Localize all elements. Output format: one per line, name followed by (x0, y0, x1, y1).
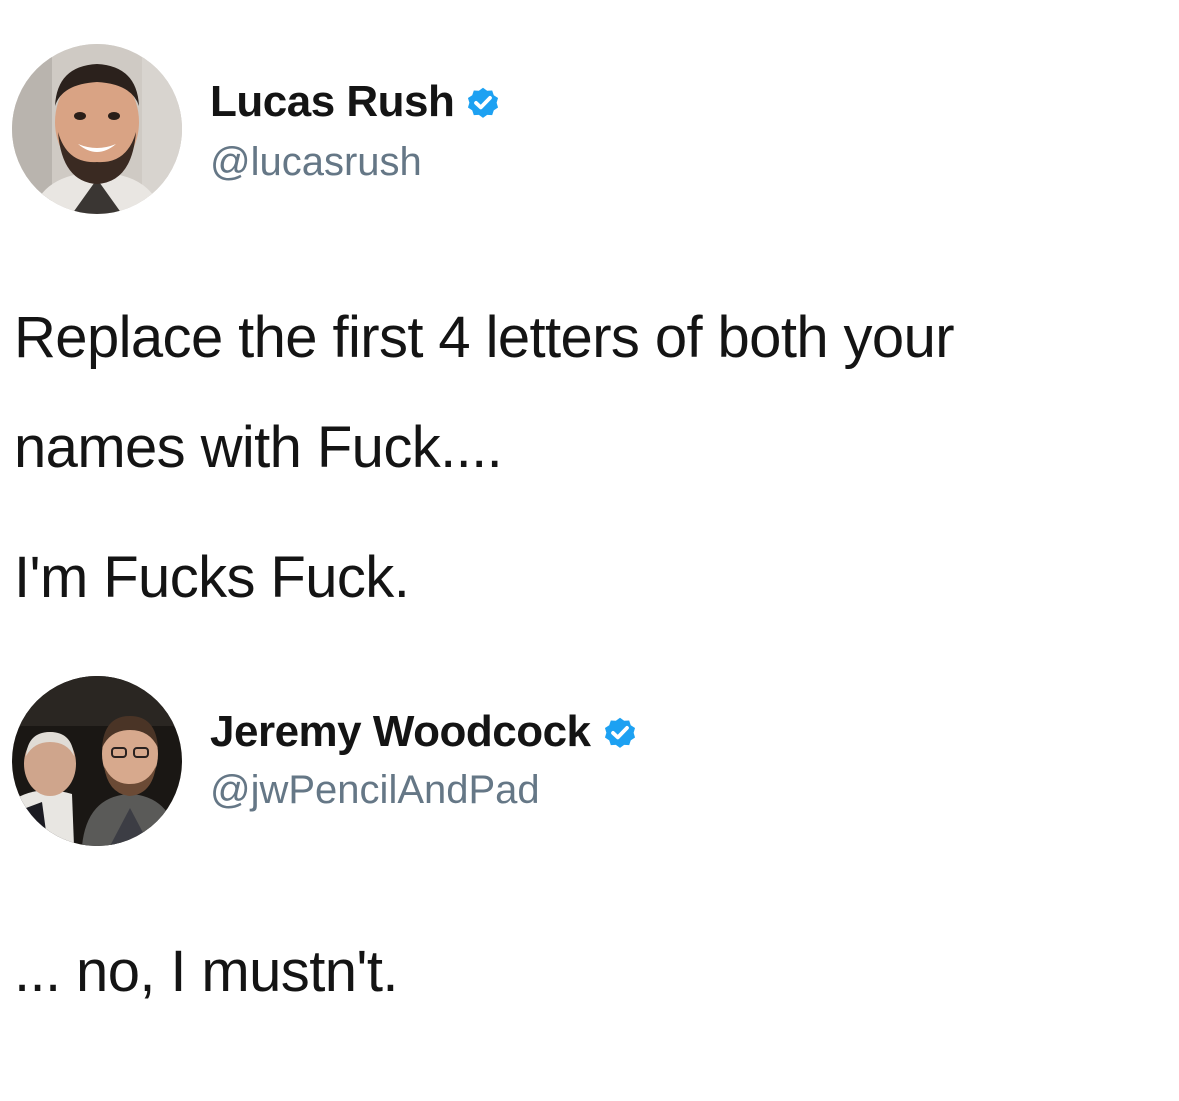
display-name[interactable]: Lucas Rush (210, 76, 455, 128)
name-row: Jeremy Woodcock (210, 706, 639, 758)
profile-photo-icon (12, 44, 182, 214)
profile-photo-icon (12, 676, 182, 846)
tweet-text-line: Replace the first 4 letters of both your (14, 305, 955, 370)
tweet-text-line: ... no, I mustn't. (14, 939, 398, 1004)
avatar[interactable] (12, 44, 182, 214)
tweet-text-line: I'm Fucks Fuck. (14, 545, 410, 610)
display-name[interactable]: Jeremy Woodcock (210, 706, 591, 758)
handle[interactable]: @jwPencilAndPad (210, 766, 540, 814)
tweet-text-line: names with Fuck.... (14, 415, 503, 480)
handle[interactable]: @lucasrush (210, 138, 422, 186)
verified-badge-icon (464, 83, 502, 121)
name-row: Lucas Rush (210, 76, 502, 128)
avatar[interactable] (12, 676, 182, 846)
verified-badge-icon (601, 713, 639, 751)
